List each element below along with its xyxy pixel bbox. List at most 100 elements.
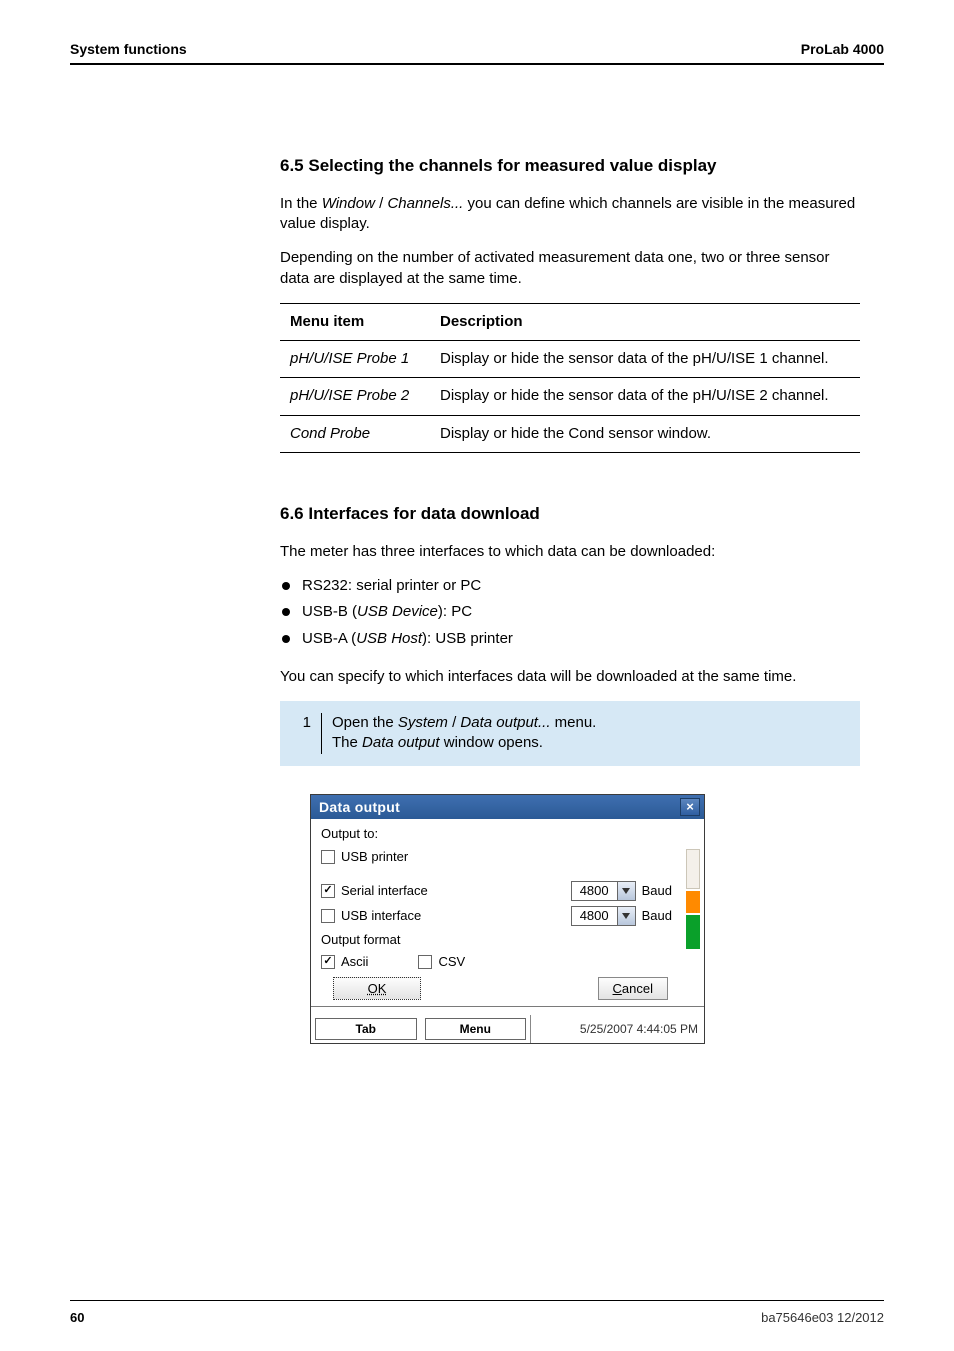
- s1-a: Open the: [332, 714, 398, 731]
- interface-list: RS232: serial printer or PC USB-B (USB D…: [280, 576, 860, 649]
- serial-baud-unit: Baud: [642, 882, 672, 900]
- chevron-down-icon: [622, 888, 630, 894]
- usb-baud-value: 4800: [572, 907, 617, 925]
- spacer: [321, 871, 694, 881]
- dropdown-button[interactable]: [617, 907, 635, 925]
- page-footer: 60 ba75646e03 12/2012: [70, 1300, 884, 1327]
- section-6-6-heading: 6.6 Interfaces for data download: [280, 503, 860, 526]
- table-row: pH/U/ISE Probe 1 Display or hide the sen…: [280, 341, 860, 378]
- running-header: System functions ProLab 4000: [70, 40, 884, 59]
- step-number: 1: [294, 713, 322, 754]
- usb-printer-row: USB printer: [321, 848, 694, 866]
- menu-desc-1: Display or hide the sensor data of the p…: [430, 378, 860, 415]
- dialog-titlebar: Data output ×: [311, 795, 704, 820]
- s1-l2i: Data output: [362, 734, 440, 751]
- b3-i: USB Host: [356, 630, 422, 647]
- ok-button-label: OK: [368, 981, 387, 996]
- chevron-down-icon: [622, 913, 630, 919]
- b2-a: USB-B (: [302, 603, 357, 620]
- status-separator: [311, 1006, 704, 1007]
- tab-label: Tab: [356, 1022, 376, 1036]
- serial-interface-label: Serial interface: [341, 882, 428, 900]
- b3-b: ): USB printer: [422, 630, 513, 647]
- ok-button[interactable]: OK: [333, 977, 421, 1001]
- dropdown-button[interactable]: [617, 882, 635, 900]
- output-format-label: Output format: [321, 931, 400, 949]
- sec65-p1-window: Window: [322, 195, 375, 212]
- csv-checkbox[interactable]: [418, 955, 432, 969]
- signal-seg-green: [686, 915, 700, 949]
- menu-th-desc: Description: [430, 303, 860, 340]
- dialog-body: Output to: USB printer Serial interface …: [311, 819, 704, 1015]
- dialog-figure: Data output × Output to:: [310, 794, 860, 1045]
- serial-interface-checkbox[interactable]: [321, 884, 335, 898]
- menu-table-header-row: Menu item Description: [280, 303, 860, 340]
- usb-interface-checkbox[interactable]: [321, 909, 335, 923]
- page-number: 60: [70, 1309, 84, 1327]
- menu-item-1: pH/U/ISE Probe 2: [280, 378, 430, 415]
- sec66-p2: You can specify to which interfaces data…: [280, 667, 860, 687]
- usb-baud-unit: Baud: [642, 907, 672, 925]
- serial-if-row: Serial interface 4800 Baud: [321, 881, 694, 901]
- bullet-usb-b: USB-B (USB Device): PC: [280, 602, 860, 622]
- b3-a: USB-A (: [302, 630, 356, 647]
- ascii-checkbox[interactable]: [321, 955, 335, 969]
- step-text: Open the System / Data output... menu. T…: [322, 713, 596, 754]
- data-output-dialog: Data output × Output to:: [310, 794, 705, 1045]
- output-format-row: Output format: [321, 931, 694, 949]
- statusbar-left: Tab Menu: [311, 1015, 531, 1043]
- doc-revision: ba75646e03 12/2012: [761, 1309, 884, 1327]
- usb-printer-checkbox[interactable]: [321, 850, 335, 864]
- b2-i: USB Device: [357, 603, 438, 620]
- tab-button-menu[interactable]: Menu: [425, 1018, 527, 1040]
- ascii-label: Ascii: [341, 953, 368, 971]
- buttons-row: OK Cancel: [321, 977, 694, 1001]
- dialog-title: Data output: [319, 798, 400, 817]
- menu-table: Menu item Description pH/U/ISE Probe 1 D…: [280, 303, 860, 453]
- cancel-button-label-rest: ancel: [622, 981, 653, 996]
- table-row: pH/U/ISE Probe 2 Display or hide the sen…: [280, 378, 860, 415]
- menu-desc-2: Display or hide the Cond sensor window.: [430, 415, 860, 452]
- s1-l2a: The: [332, 734, 362, 751]
- csv-label: CSV: [438, 953, 465, 971]
- format-options-row: Ascii CSV: [321, 953, 694, 971]
- close-icon: ×: [686, 800, 694, 813]
- cancel-button[interactable]: Cancel: [598, 977, 668, 1001]
- clock-text: 5/25/2007 4:44:05 PM: [580, 1021, 698, 1037]
- menu-item-2: Cond Probe: [280, 415, 430, 452]
- menu-desc-0: Display or hide the sensor data of the p…: [430, 341, 860, 378]
- output-to-label: Output to:: [321, 825, 378, 843]
- serial-baud-value: 4800: [572, 882, 617, 900]
- bullet-usb-a: USB-A (USB Host): USB printer: [280, 629, 860, 649]
- cancel-button-label-u: C: [613, 981, 622, 996]
- close-button[interactable]: ×: [680, 798, 700, 816]
- s1-system: System: [398, 714, 448, 731]
- s1-b: menu.: [550, 714, 596, 731]
- sec65-para2: Depending on the number of activated mea…: [280, 248, 860, 289]
- table-row: Cond Probe Display or hide the Cond sens…: [280, 415, 860, 452]
- usb-printer-label: USB printer: [341, 848, 408, 866]
- s1-menu: Data output...: [460, 714, 550, 731]
- sec65-p1-sep: /: [375, 195, 388, 212]
- usb-interface-label: USB interface: [341, 907, 421, 925]
- output-to-row: Output to:: [321, 825, 694, 843]
- sec66-intro: The meter has three interfaces to which …: [280, 542, 860, 562]
- header-rule: [70, 63, 884, 65]
- usb-if-row: USB interface 4800 Baud: [321, 906, 694, 926]
- section-6-5-heading: 6.5 Selecting the channels for measured …: [280, 155, 860, 178]
- page: System functions ProLab 4000 6.5 Selecti…: [0, 0, 954, 1351]
- statusbar: Tab Menu 5/25/2007 4:44:05 PM: [311, 1015, 704, 1043]
- b2-b: ): PC: [438, 603, 472, 620]
- step-1: 1 Open the System / Data output... menu.…: [280, 701, 860, 766]
- usb-baud-dropdown[interactable]: 4800: [571, 906, 636, 926]
- sec65-p1-a: In the: [280, 195, 322, 212]
- menu-th-item: Menu item: [280, 303, 430, 340]
- main-content: 6.5 Selecting the channels for measured …: [280, 155, 860, 1044]
- running-header-right: ProLab 4000: [801, 40, 884, 59]
- s1-l2b: window opens.: [440, 734, 543, 751]
- running-header-left: System functions: [70, 40, 187, 59]
- sec65-para1: In the Window / Channels... you can defi…: [280, 194, 860, 235]
- serial-baud-dropdown[interactable]: 4800: [571, 881, 636, 901]
- tab-button-tab[interactable]: Tab: [315, 1018, 417, 1040]
- sec65-p1-channels: Channels...: [387, 195, 463, 212]
